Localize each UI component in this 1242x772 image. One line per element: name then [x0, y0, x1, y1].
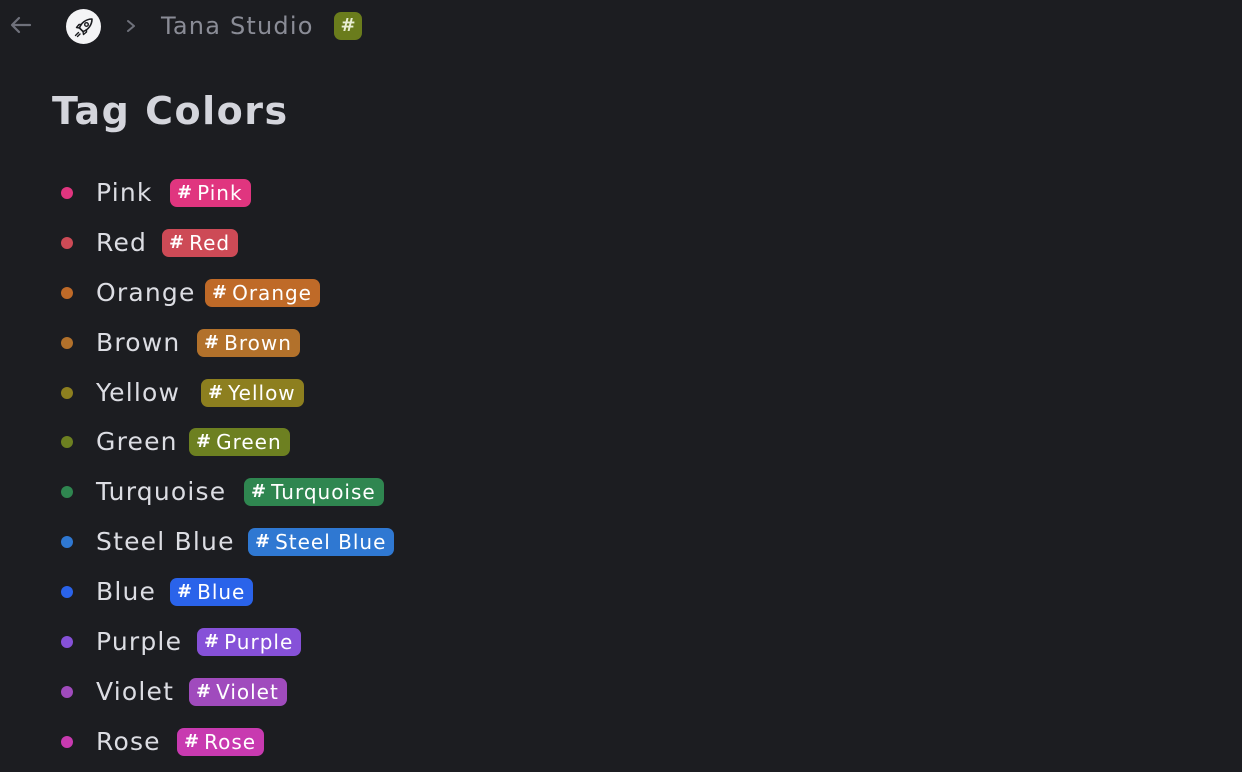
tag-chip-label: Red	[189, 230, 231, 255]
item-label[interactable]: Orange	[96, 276, 196, 310]
breadcrumb-tag-badge[interactable]: #	[334, 12, 362, 40]
bullet-dot-icon[interactable]	[61, 436, 73, 449]
tag-chip-label: Blue	[197, 580, 246, 605]
hash-icon: #	[212, 281, 229, 303]
item-label[interactable]: Turquoise	[96, 475, 226, 509]
bullet-dot-icon[interactable]	[61, 536, 73, 549]
tag-chip[interactable]: # Yellow	[201, 378, 304, 407]
hash-icon: #	[204, 331, 221, 353]
hash-icon: #	[208, 381, 225, 403]
tag-chip-label: Orange	[232, 280, 312, 305]
item-label[interactable]: Yellow	[96, 376, 180, 410]
hash-icon: #	[184, 730, 201, 752]
tag-chip[interactable]: # Turquoise	[244, 478, 384, 507]
hash-icon: #	[177, 581, 194, 603]
hash-icon: #	[177, 182, 194, 203]
tag-chip[interactable]: # Green	[189, 428, 290, 457]
item-label[interactable]: Brown	[96, 326, 180, 360]
tag-chip-label: Green	[216, 430, 282, 455]
bullet-dot-icon[interactable]	[61, 586, 73, 599]
page-title: Tag Colors	[52, 89, 289, 133]
bullet-dot-icon[interactable]	[61, 486, 73, 499]
bullet-dot-icon[interactable]	[61, 636, 73, 649]
tag-chip[interactable]: # Blue	[170, 578, 254, 607]
bullet-dot-icon[interactable]	[61, 236, 73, 249]
tag-chip[interactable]: # Rose	[177, 727, 265, 756]
hash-icon: #	[251, 481, 268, 503]
tag-chip[interactable]: # Brown	[197, 328, 300, 357]
item-label[interactable]: Violet	[96, 675, 174, 709]
hash-icon: #	[255, 531, 272, 553]
breadcrumb-separator	[122, 16, 140, 36]
bullet-dot-icon[interactable]	[61, 336, 73, 349]
tag-chip-label: Brown	[224, 330, 292, 355]
bullet-dot-icon[interactable]	[61, 386, 73, 399]
hash-icon: #	[169, 231, 186, 253]
hash-icon: #	[196, 431, 213, 453]
tag-chip[interactable]: # Pink	[170, 179, 251, 207]
workspace-avatar[interactable]	[66, 9, 101, 44]
bullet-dot-icon[interactable]	[61, 187, 73, 199]
chevron-right-icon	[127, 20, 135, 32]
tag-chip-label: Yellow	[228, 380, 296, 405]
tag-chip-label: Turquoise	[271, 480, 376, 505]
item-label[interactable]: Pink	[96, 176, 153, 210]
tag-chip[interactable]: # Orange	[205, 278, 320, 307]
tag-chip-label: Purple	[224, 630, 294, 655]
tag-chip-label: Violet	[216, 679, 279, 704]
top-bar: Tana Studio #	[0, 0, 1242, 54]
back-button[interactable]	[8, 12, 34, 38]
arrow-left-icon	[10, 16, 32, 34]
tag-chip[interactable]: # Red	[162, 228, 239, 257]
item-label[interactable]: Purple	[96, 625, 182, 659]
item-label[interactable]: Red	[96, 226, 147, 260]
bullet-dot-icon[interactable]	[61, 735, 73, 748]
tag-chip[interactable]: # Steel Blue	[248, 528, 395, 557]
hash-icon: #	[204, 631, 221, 653]
item-label[interactable]: Steel Blue	[96, 525, 235, 559]
tag-chip-label: Rose	[204, 729, 257, 754]
tag-chip[interactable]: # Violet	[189, 677, 287, 706]
tag-chip-label: Pink	[197, 181, 243, 205]
item-label[interactable]: Green	[96, 425, 178, 459]
breadcrumb-title[interactable]: Tana Studio	[161, 10, 314, 42]
tag-chip[interactable]: # Purple	[197, 628, 302, 657]
tag-chip-label: Steel Blue	[275, 530, 387, 555]
item-label[interactable]: Rose	[96, 725, 161, 759]
bullet-dot-icon[interactable]	[61, 685, 73, 698]
hash-icon: #	[196, 680, 213, 702]
rocket-icon	[74, 17, 93, 37]
item-label[interactable]: Blue	[96, 575, 156, 609]
bullet-dot-icon[interactable]	[61, 286, 73, 299]
